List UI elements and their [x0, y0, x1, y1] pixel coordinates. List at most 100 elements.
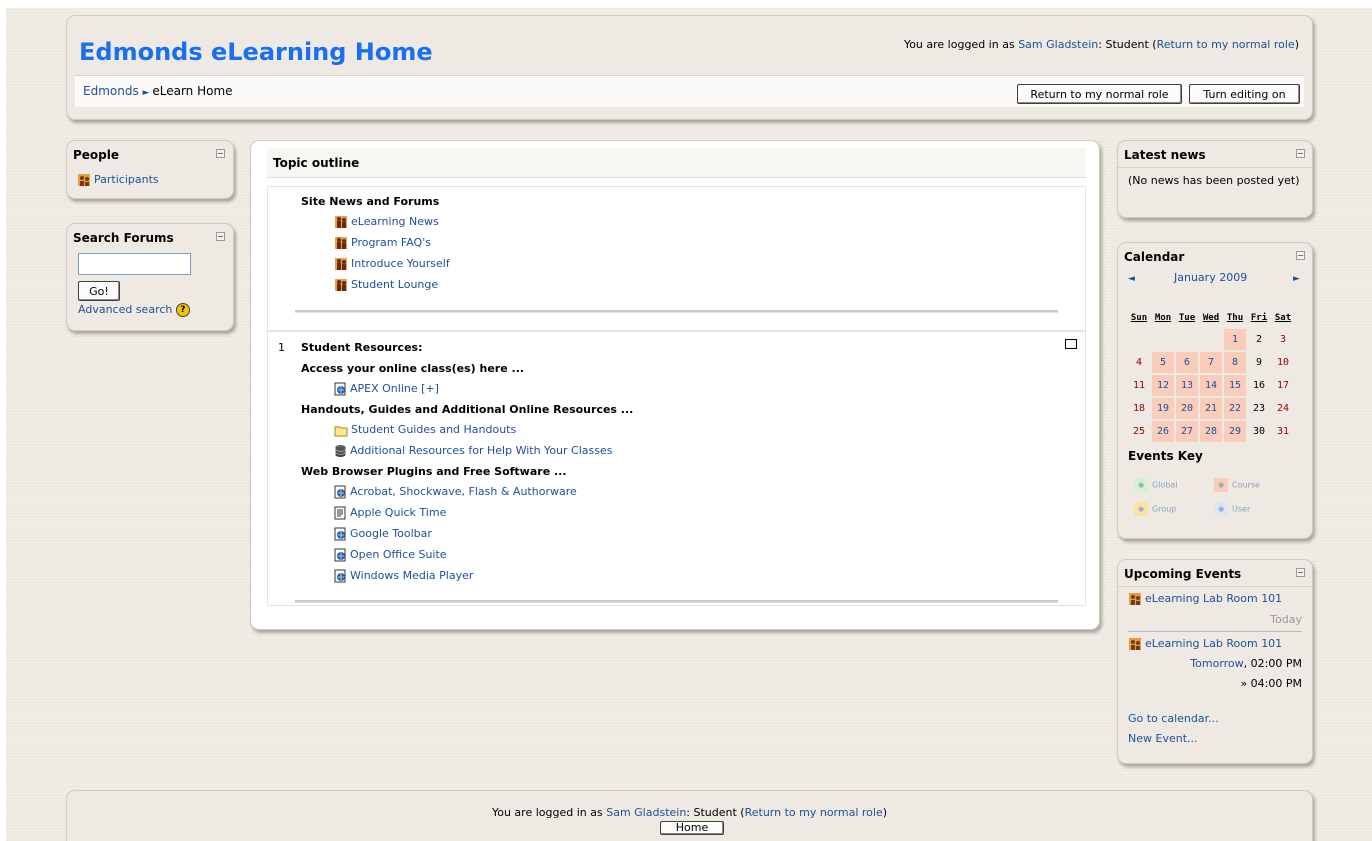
database-icon: [335, 445, 346, 457]
calendar-day-8[interactable]: 8: [1224, 352, 1246, 373]
upcoming-collapse-icon[interactable]: [1296, 568, 1305, 577]
key-user[interactable]: ◉ User: [1214, 502, 1250, 516]
footer-home-button[interactable]: Home: [660, 821, 724, 835]
calendar-day-6[interactable]: 6: [1176, 352, 1198, 373]
upcoming-events-title: Upcoming Events: [1124, 567, 1242, 581]
block-header-divider: [1118, 167, 1312, 168]
group-event-icon: [1129, 638, 1141, 650]
acrobat-shockwave-link[interactable]: Acrobat, Shockwave, Flash & Authorware: [350, 485, 577, 498]
return-normal-role-link[interactable]: Return to my normal role: [1157, 38, 1295, 51]
apex-online-link[interactable]: APEX Online [+]: [350, 382, 439, 395]
calendar-day-1[interactable]: 1: [1224, 329, 1246, 350]
people-collapse-icon[interactable]: [216, 149, 225, 158]
resource-item[interactable]: Acrobat, Shockwave, Flash & Authorware: [334, 485, 577, 499]
event-link[interactable]: eLearning Lab Room 101: [1145, 637, 1282, 650]
apple-quicktime-link[interactable]: Apple Quick Time: [350, 506, 446, 519]
calendar-next-month-icon[interactable]: ►: [1293, 274, 1300, 284]
calendar-month-link[interactable]: January 2009: [1174, 271, 1247, 284]
calendar-day-30: 30: [1252, 426, 1266, 437]
event-item[interactable]: eLearning Lab Room 101: [1128, 637, 1282, 651]
advanced-search-link[interactable]: Advanced search: [78, 303, 172, 316]
calendar-day-21[interactable]: 21: [1200, 398, 1222, 419]
eye-icon: ◉: [1214, 478, 1228, 492]
turn-editing-on-button[interactable]: Turn editing on: [1189, 84, 1300, 104]
breadcrumb: Edmonds ► eLearn Home: [83, 84, 233, 98]
key-course[interactable]: ◉ Course: [1214, 478, 1260, 492]
calendar-prev-month-icon[interactable]: ◄: [1128, 274, 1135, 284]
google-toolbar-link[interactable]: Google Toolbar: [350, 527, 432, 540]
calendar-empty-cell: [1152, 329, 1174, 350]
resource-item[interactable]: Additional Resources for Help With Your …: [334, 444, 612, 458]
calendar-day-12[interactable]: 12: [1152, 375, 1174, 396]
calendar-day-5[interactable]: 5: [1152, 352, 1174, 373]
event-day-link[interactable]: Tomorrow: [1190, 657, 1243, 670]
calendar-day-29[interactable]: 29: [1224, 421, 1246, 442]
key-group[interactable]: ◉ Group: [1134, 502, 1176, 516]
new-event-link[interactable]: New Event...: [1128, 732, 1198, 745]
windows-media-player-link[interactable]: Windows Media Player: [350, 569, 473, 582]
event-end-time: » 04:00 PM: [1240, 677, 1302, 690]
resource-item[interactable]: Google Toolbar: [334, 527, 432, 541]
calendar-day-7[interactable]: 7: [1200, 352, 1222, 373]
search-forums-input[interactable]: [78, 253, 191, 275]
help-icon[interactable]: ?: [175, 303, 190, 317]
calendar-day-19[interactable]: 19: [1152, 398, 1174, 419]
student-guides-link[interactable]: Student Guides and Handouts: [351, 423, 516, 436]
calendar-day-27[interactable]: 27: [1176, 421, 1198, 442]
eye-icon: ◉: [1134, 502, 1148, 516]
people-block: People Participants: [66, 140, 234, 199]
calendar-day-14[interactable]: 14: [1200, 375, 1222, 396]
page-header: Edmonds eLearning Home You are logged in…: [66, 15, 1313, 120]
forum-link-elearning-news[interactable]: eLearning News: [351, 215, 439, 228]
calendar-day-11: 11: [1132, 380, 1146, 391]
highlight-section-icon[interactable]: [1065, 339, 1077, 349]
return-normal-role-button[interactable]: Return to my normal role: [1017, 84, 1182, 104]
resource-item[interactable]: Windows Media Player: [334, 569, 473, 583]
calendar-day-18: 18: [1132, 403, 1146, 414]
forum-link-program-faq[interactable]: Program FAQ's: [351, 236, 431, 249]
calendar-day-15[interactable]: 15: [1224, 375, 1246, 396]
resource-item[interactable]: APEX Online [+]: [334, 382, 439, 396]
forum-icon: [335, 237, 347, 249]
calendar-collapse-icon[interactable]: [1296, 251, 1305, 260]
participants-item[interactable]: Participants: [77, 173, 159, 187]
event-link[interactable]: eLearning Lab Room 101: [1145, 592, 1282, 605]
folder-icon: [334, 426, 348, 436]
footer-user-link[interactable]: Sam Gladstein: [606, 806, 686, 819]
user-profile-link[interactable]: Sam Gladstein: [1018, 38, 1098, 51]
section-1-heading: Student Resources:: [301, 341, 423, 354]
forum-item[interactable]: eLearning News: [334, 215, 439, 229]
calendar-day-28[interactable]: 28: [1200, 421, 1222, 442]
event-item[interactable]: eLearning Lab Room 101: [1128, 592, 1282, 606]
search-go-button[interactable]: Go!: [78, 281, 120, 301]
go-to-calendar-link[interactable]: Go to calendar...: [1128, 712, 1219, 725]
resource-item[interactable]: Student Guides and Handouts: [334, 423, 516, 437]
forum-link-introduce-yourself[interactable]: Introduce Yourself: [351, 257, 450, 270]
calendar-day-20[interactable]: 20: [1176, 398, 1198, 419]
forum-item[interactable]: Student Lounge: [334, 278, 438, 292]
breadcrumb-root-link[interactable]: Edmonds: [83, 84, 139, 98]
participants-link[interactable]: Participants: [94, 173, 159, 186]
additional-resources-link[interactable]: Additional Resources for Help With Your …: [350, 444, 612, 457]
calendar-day-13[interactable]: 13: [1176, 375, 1198, 396]
latest-news-collapse-icon[interactable]: [1296, 149, 1305, 158]
calendar-day-26[interactable]: 26: [1152, 421, 1174, 442]
navbar: Edmonds ► eLearn Home Return to my norma…: [75, 75, 1304, 107]
calendar-day-22[interactable]: 22: [1224, 398, 1246, 419]
forum-icon: [335, 279, 347, 291]
web-page-icon: [334, 382, 346, 396]
open-office-link[interactable]: Open Office Suite: [350, 548, 447, 561]
forum-link-student-lounge[interactable]: Student Lounge: [351, 278, 438, 291]
resource-item[interactable]: Apple Quick Time: [334, 506, 446, 520]
forum-item[interactable]: Introduce Yourself: [334, 257, 450, 271]
group-event-icon: [1129, 593, 1141, 605]
footer-return-role-link[interactable]: Return to my normal role: [745, 806, 883, 819]
search-collapse-icon[interactable]: [216, 232, 225, 241]
section-divider: [295, 310, 1058, 313]
calendar-day-10: 10: [1276, 357, 1290, 368]
upcoming-events-block: Upcoming Events eLearning Lab Room 101 T…: [1117, 559, 1313, 764]
key-global[interactable]: ◉ Global: [1134, 478, 1178, 492]
resource-item[interactable]: Open Office Suite: [334, 548, 447, 562]
footer-login-info: You are logged in as Sam Gladstein: Stud…: [491, 806, 888, 819]
forum-item[interactable]: Program FAQ's: [334, 236, 431, 250]
